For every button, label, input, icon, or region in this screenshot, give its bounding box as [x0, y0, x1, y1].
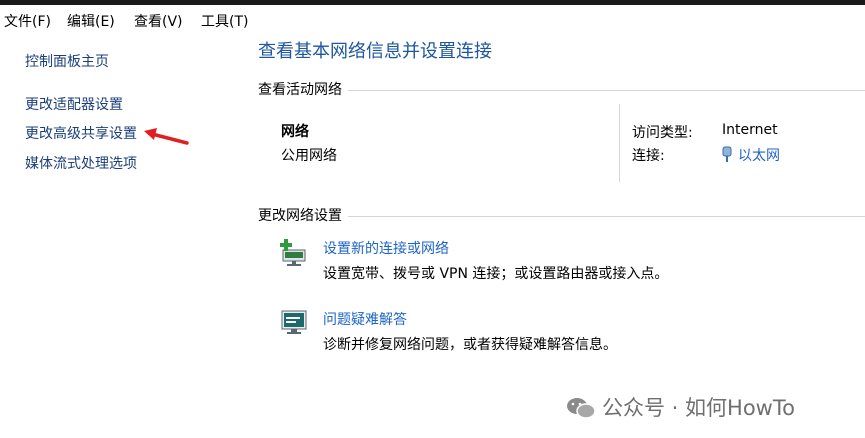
sidebar: 控制面板主页 更改适配器设置 更改高级共享设置 媒体流式处理选项	[0, 32, 230, 438]
connections-label: 连接:	[632, 148, 665, 164]
access-type-value: Internet	[722, 122, 778, 138]
wechat-icon	[567, 398, 596, 419]
sidebar-item-change-advanced-sharing[interactable]: 更改高级共享设置	[25, 123, 137, 143]
sidebar-item-change-adapter-settings[interactable]: 更改适配器设置	[25, 94, 123, 114]
menu-view[interactable]: 查看(V)	[134, 11, 183, 31]
ethernet-connection-label: 以太网	[738, 148, 780, 164]
troubleshoot-description: 诊断并修复网络问题，或者获得疑难解答信息。	[323, 337, 617, 353]
active-networks-heading: 查看活动网络	[258, 79, 348, 99]
new-connection-description: 设置宽带、拨号或 VPN 连接；或设置路由器或接入点。	[323, 266, 669, 282]
section-divider	[258, 216, 865, 217]
troubleshoot-link[interactable]: 问题疑难解答	[323, 309, 407, 329]
troubleshoot-icon	[281, 310, 307, 334]
menu-bar: 文件(F) 编辑(E) 查看(V) 工具(T)	[0, 5, 865, 32]
access-type-label: 访问类型:	[632, 125, 693, 141]
new-connection-link[interactable]: 设置新的连接或网络	[323, 238, 449, 258]
annotation-arrow-icon	[144, 128, 189, 145]
sidebar-item-control-panel-home[interactable]: 控制面板主页	[25, 51, 109, 71]
watermark: 公众号 · 如何HowTo	[566, 392, 795, 420]
sidebar-item-media-streaming[interactable]: 媒体流式处理选项	[25, 153, 137, 173]
watermark-text: 公众号 · 如何HowTo	[602, 396, 795, 420]
network-type[interactable]: 公用网络	[281, 145, 337, 165]
vertical-divider	[619, 104, 620, 182]
ethernet-plug-icon	[722, 146, 732, 162]
main-content: 查看基本网络信息并设置连接 查看活动网络 网络 公用网络 访问类型: Inter…	[230, 32, 865, 438]
page-title: 查看基本网络信息并设置连接	[258, 41, 492, 62]
menu-file[interactable]: 文件(F)	[4, 11, 51, 31]
network-name: 网络	[281, 124, 309, 140]
new-connection-icon	[280, 239, 306, 266]
ethernet-connection-link[interactable]: 以太网	[722, 145, 780, 165]
change-settings-heading: 更改网络设置	[258, 205, 348, 225]
menu-tools[interactable]: 工具(T)	[201, 11, 248, 31]
section-divider	[258, 90, 865, 91]
menu-edit[interactable]: 编辑(E)	[67, 11, 115, 31]
